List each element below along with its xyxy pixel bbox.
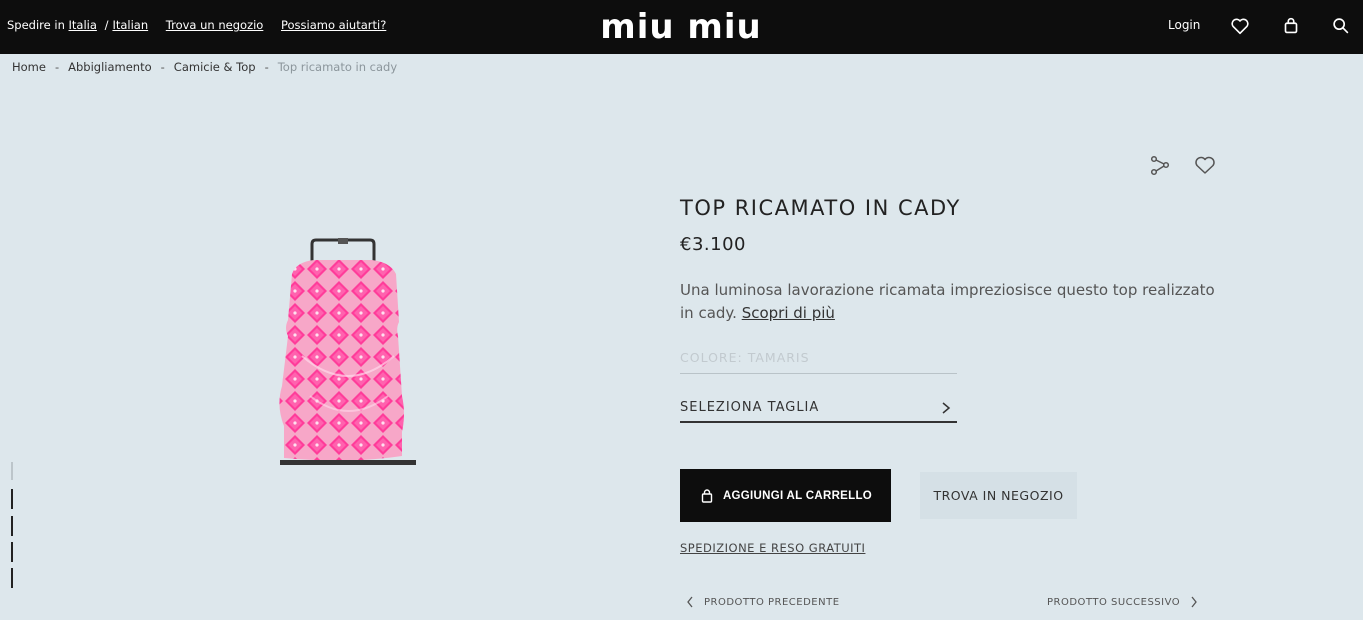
help-link[interactable]: Possiamo aiutarti? (281, 18, 386, 32)
country-link[interactable]: Italia (69, 18, 97, 32)
bag-icon (701, 488, 713, 503)
ship-label: Spedire in (7, 18, 65, 32)
learn-more-link[interactable]: Scopri di più (742, 304, 835, 322)
breadcrumb-separator: - (264, 60, 269, 74)
breadcrumb-clothing[interactable]: Abbigliamento (68, 60, 152, 74)
share-icon[interactable] (1148, 153, 1172, 177)
product-title: TOP RICAMATO IN CADY (680, 196, 961, 220)
breadcrumb-separator: - (54, 60, 60, 74)
thumbnail-indicator[interactable] (11, 516, 13, 536)
image-thumbnail-indicators[interactable] (11, 462, 15, 588)
brand-logo[interactable]: miu miu (590, 7, 772, 47)
locale-separator: / (104, 18, 109, 32)
product-image[interactable] (262, 236, 434, 472)
add-to-cart-button[interactable]: AGGIUNGI AL CARRELLO (680, 469, 891, 522)
wishlist-heart-icon[interactable] (1193, 153, 1217, 177)
next-product-link[interactable]: PRODOTTO SUCCESSIVO (1047, 596, 1198, 608)
top-bar: Spedire in Italia / Italian Trova un nego… (0, 0, 1363, 54)
chevron-right-icon (940, 401, 952, 415)
breadcrumb-shirts-tops[interactable]: Camicie & Top (174, 60, 256, 74)
breadcrumb: Home - Abbigliamento - Camicie & Top - Top ric… (12, 60, 397, 74)
breadcrumb-current: Top ricamato in cady (277, 60, 398, 74)
product-price: €3.100 (680, 234, 746, 255)
thumbnail-indicator[interactable] (11, 462, 13, 480)
language-link[interactable]: Italian (112, 18, 148, 32)
bag-icon[interactable] (1280, 15, 1302, 37)
search-icon[interactable] (1330, 15, 1352, 37)
thumbnail-indicator[interactable] (11, 489, 13, 509)
color-selector[interactable]: COLORE: TAMARIS (680, 350, 957, 374)
previous-product-link[interactable]: PRODOTTO PRECEDENTE (686, 596, 840, 608)
free-shipping-link[interactable]: SPEDIZIONE E RESO GRATUITI (680, 541, 865, 555)
breadcrumb-separator: - (160, 60, 165, 74)
find-store-link[interactable]: Trova un negozio (166, 18, 264, 32)
next-product-label: PRODOTTO SUCCESSIVO (1047, 596, 1181, 608)
size-selector-label: SELEZIONA TAGLIA (680, 400, 820, 415)
heart-icon[interactable] (1229, 15, 1251, 37)
product-description: Una luminosa lavorazione ricamata imprez… (680, 279, 1220, 325)
previous-product-label: PRODOTTO PRECEDENTE (704, 596, 840, 608)
thumbnail-indicator[interactable] (11, 542, 13, 562)
add-to-cart-label: AGGIUNGI AL CARRELLO (722, 489, 873, 502)
find-in-store-button[interactable]: TROVA IN NEGOZIO (920, 472, 1077, 519)
chevron-right-icon (1191, 596, 1197, 608)
login-link[interactable]: Login (1168, 18, 1200, 32)
header-left-links: Spedire in Italia / Italian Trova un nego… (7, 18, 386, 32)
breadcrumb-home[interactable]: Home (12, 60, 46, 74)
thumbnail-indicator[interactable] (11, 568, 13, 588)
chevron-left-icon (687, 596, 693, 608)
size-selector[interactable]: SELEZIONA TAGLIA (680, 400, 957, 423)
